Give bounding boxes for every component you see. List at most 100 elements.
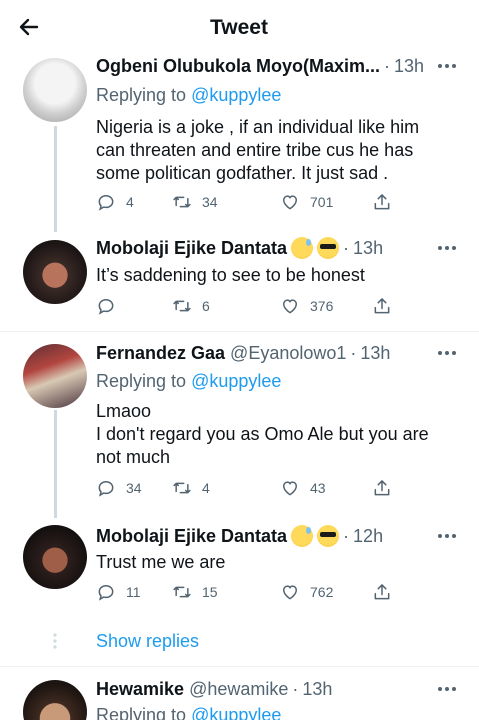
separator-dot: · <box>384 55 391 76</box>
heart-icon <box>282 481 298 496</box>
like-button[interactable]: 376 <box>280 294 333 318</box>
like-button[interactable]: 762 <box>280 580 333 604</box>
share-icon <box>374 298 390 314</box>
reply-icon <box>98 298 114 315</box>
retweet-count: 15 <box>202 584 218 600</box>
heart-icon <box>282 195 298 210</box>
tweet-text: Lmaoo I don't regard you as Omo Ale but … <box>96 400 449 469</box>
grinning-sweat-emoji <box>291 237 314 259</box>
separator-dot: · <box>292 678 299 699</box>
show-replies-link[interactable]: Show replies <box>96 631 199 652</box>
reply-icon <box>98 480 114 497</box>
avatar[interactable] <box>23 680 87 720</box>
retweet-icon <box>173 196 191 208</box>
replying-to: Replying to @kuppylee <box>96 371 281 392</box>
tweet-text-line: Lmaoo <box>96 401 152 421</box>
share-button[interactable] <box>372 190 392 214</box>
separator-dot: · <box>343 525 350 546</box>
grinning-sweat-emoji <box>291 525 314 547</box>
sunglasses-emoji <box>317 237 340 259</box>
more-options-icon[interactable] <box>437 61 457 71</box>
more-options-icon[interactable] <box>437 684 457 694</box>
retweet-icon <box>173 482 191 494</box>
retweet-icon <box>173 586 191 598</box>
share-button[interactable] <box>372 476 392 500</box>
retweet-icon <box>173 300 191 312</box>
timestamp: 13h <box>394 55 425 76</box>
heart-icon <box>282 585 298 600</box>
retweet-button[interactable]: 4 <box>172 476 210 500</box>
heart-icon <box>282 299 298 314</box>
replying-label: Replying to <box>96 705 187 720</box>
avatar[interactable] <box>23 58 87 122</box>
retweet-button[interactable]: 6 <box>172 294 210 318</box>
replying-label: Replying to <box>96 371 187 391</box>
reply-count: 4 <box>126 194 134 210</box>
tweet-actions: 6 376 <box>96 294 396 318</box>
replying-label: Replying to <box>96 85 187 105</box>
more-options-icon[interactable] <box>437 531 457 541</box>
tweet-text-line: can threaten and entire tribe cus he has <box>96 140 414 160</box>
sunglasses-emoji <box>317 525 340 547</box>
share-icon <box>374 194 390 210</box>
like-button[interactable]: 701 <box>280 190 333 214</box>
mention-link[interactable]: @kuppylee <box>191 371 281 391</box>
tweet-actions: 4 34 701 <box>96 190 396 214</box>
like-count: 762 <box>310 584 334 600</box>
user-handle[interactable]: @hewamike <box>189 679 288 700</box>
retweet-button[interactable]: 34 <box>172 190 218 214</box>
like-count: 701 <box>310 194 334 210</box>
top-bar: Tweet <box>0 0 479 54</box>
like-count: 43 <box>310 480 326 496</box>
tweet-text: It’s saddening to see to be honest <box>96 264 449 287</box>
share-button[interactable] <box>372 294 392 318</box>
mention-link[interactable]: @kuppylee <box>191 705 281 720</box>
reply-button[interactable]: 34 <box>96 476 142 500</box>
share-icon <box>374 584 390 600</box>
more-options-icon[interactable] <box>437 243 457 253</box>
timestamp: 12h <box>353 525 384 546</box>
like-button[interactable]: 43 <box>280 476 326 500</box>
mention-link[interactable]: @kuppylee <box>191 85 281 105</box>
reply-button[interactable]: 4 <box>96 190 134 214</box>
display-name[interactable]: Mobolaji Ejike Dantata <box>96 526 287 547</box>
tweet-text-line: Trust me we are <box>96 552 226 572</box>
replying-to: Replying to @kuppylee <box>96 705 281 720</box>
back-button[interactable] <box>14 12 44 42</box>
avatar[interactable] <box>23 240 87 304</box>
tweet-text-line: not much <box>96 447 171 467</box>
retweet-button[interactable]: 15 <box>172 580 218 604</box>
tweet-text-line: I don't regard you as Omo Ale but you ar… <box>96 424 429 444</box>
more-options-icon[interactable] <box>437 348 457 358</box>
display-name[interactable]: Ogbeni Olubukola Moyo(Maxim... <box>96 56 380 77</box>
reply-button[interactable] <box>96 294 126 318</box>
share-button[interactable] <box>372 580 392 604</box>
display-name[interactable]: Fernandez Gaa <box>96 343 225 364</box>
user-handle[interactable]: @Eyanolowo1 <box>230 343 346 364</box>
replying-to: Replying to @kuppylee <box>96 85 281 106</box>
avatar[interactable] <box>23 525 87 589</box>
tweet-text: Trust me we are <box>96 551 449 574</box>
separator-dot: · <box>350 342 357 363</box>
share-icon <box>374 480 390 496</box>
page-title: Tweet <box>210 16 268 39</box>
avatar[interactable] <box>23 344 87 408</box>
display-name[interactable]: Hewamike <box>96 679 184 700</box>
divider <box>0 666 479 667</box>
separator-dot: · <box>343 237 350 258</box>
retweet-count: 4 <box>202 480 210 496</box>
tweet-actions: 11 15 762 <box>96 580 396 604</box>
timestamp: 13h <box>302 678 333 699</box>
tweet-text-line: some politican godfather. It just sad . <box>96 163 389 183</box>
thread-line <box>54 126 57 232</box>
tweet-text-line: It’s saddening to see to be honest <box>96 265 365 285</box>
thread-dots-icon <box>53 633 57 649</box>
reply-count: 11 <box>126 584 141 600</box>
like-count: 376 <box>310 298 334 314</box>
retweet-count: 34 <box>202 194 218 210</box>
reply-icon <box>98 194 114 211</box>
reply-button[interactable]: 11 <box>96 580 141 604</box>
reply-count: 34 <box>126 480 142 496</box>
reply-icon <box>98 584 114 601</box>
display-name[interactable]: Mobolaji Ejike Dantata <box>96 238 287 259</box>
